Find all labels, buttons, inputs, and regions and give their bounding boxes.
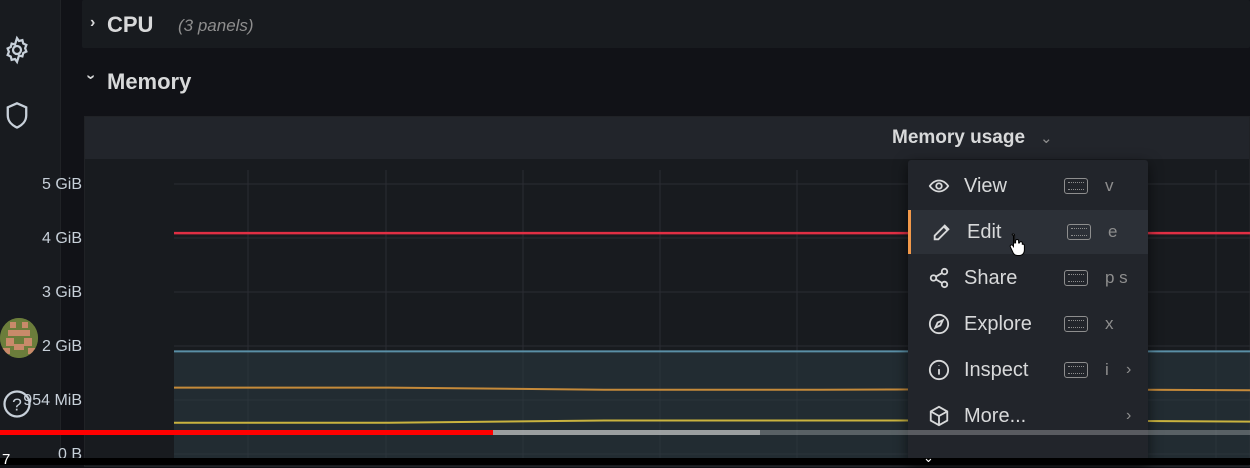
menu-item-label: Explore	[964, 312, 1032, 335]
edit-icon	[931, 221, 953, 243]
menu-item-share[interactable]: Share p s	[908, 256, 1148, 300]
menu-item-label: Inspect	[964, 358, 1029, 381]
keyboard-icon	[1067, 224, 1091, 240]
chevron-down-icon[interactable]: ⌄	[923, 450, 934, 466]
cube-icon	[928, 405, 950, 427]
menu-item-edit[interactable]: Edit e	[908, 210, 1148, 254]
menu-item-label: Edit	[967, 220, 1002, 243]
menu-item-shortcut: v	[1105, 176, 1114, 195]
keyboard-icon	[1064, 270, 1088, 286]
menu-item-label: Share	[964, 266, 1018, 289]
menu-item-label: View	[964, 174, 1007, 197]
chevron-right-icon: ›	[1126, 407, 1132, 424]
eye-icon	[928, 175, 950, 197]
menu-item-view[interactable]: View v	[908, 164, 1148, 208]
menu-item-explore[interactable]: Explore x	[908, 302, 1148, 346]
menu-item-shortcut: p s	[1105, 268, 1128, 287]
keyboard-icon	[1064, 316, 1088, 332]
compass-icon	[928, 313, 950, 335]
menu-item-shortcut: x	[1105, 314, 1114, 333]
video-time: 7	[2, 451, 11, 468]
panel-context-menu: View v Edit e Share p s Explore x Inspect i › More.…	[908, 160, 1148, 465]
menu-item-shortcut: i	[1105, 360, 1109, 379]
keyboard-icon	[1064, 362, 1088, 378]
menu-item-inspect[interactable]: Inspect i ›	[908, 348, 1148, 392]
menu-item-shortcut: e	[1108, 222, 1118, 241]
hand-cursor-icon	[1009, 233, 1025, 256]
menu-item-label: More...	[964, 404, 1027, 427]
chevron-right-icon: ›	[1126, 361, 1132, 378]
share-icon	[928, 267, 950, 289]
info-icon	[928, 359, 950, 381]
video-played-bar[interactable]	[0, 430, 493, 435]
video-controls-bar	[0, 458, 1250, 465]
keyboard-icon	[1064, 178, 1088, 194]
